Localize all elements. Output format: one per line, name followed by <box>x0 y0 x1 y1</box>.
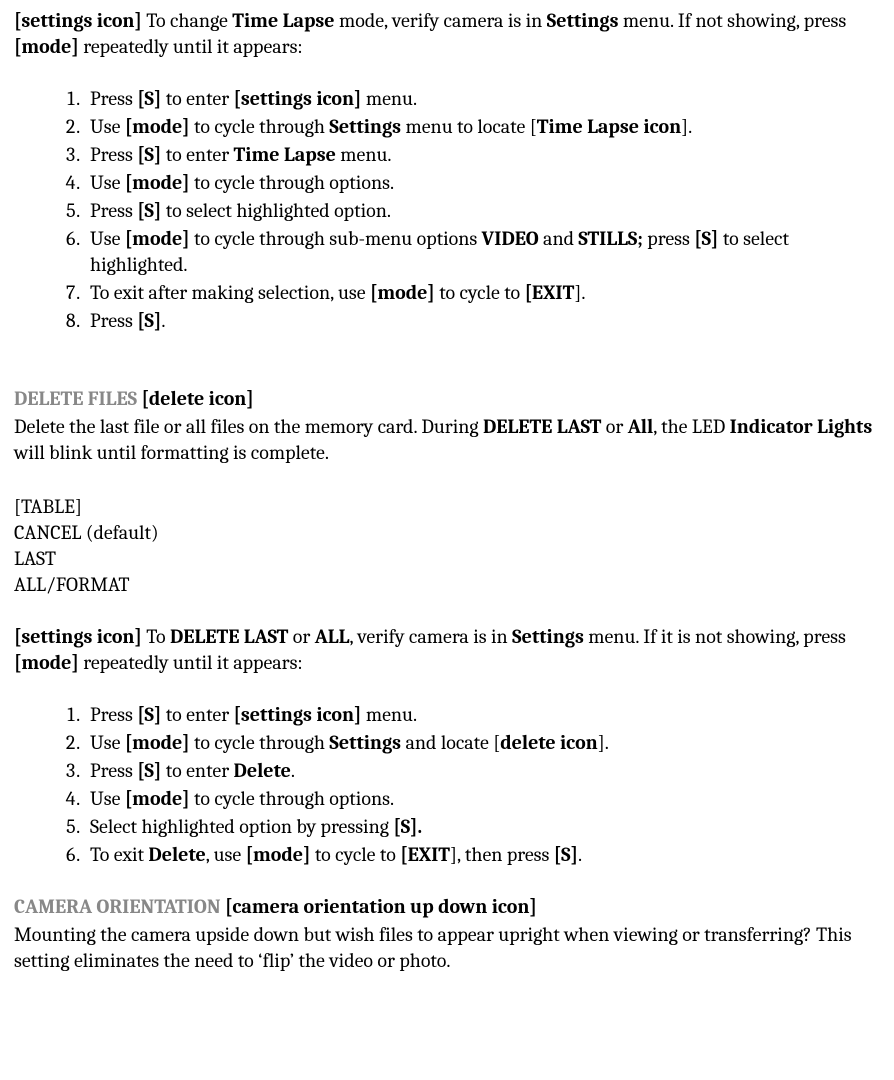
delete-icon: delete icon <box>500 731 598 754</box>
timelapse-steps: Press [S] to enter [settings icon] menu.… <box>54 86 880 334</box>
table-row: ALL/FORMAT <box>14 572 880 598</box>
list-item: Press [S] to enter [settings icon] menu. <box>84 86 880 112</box>
timelapse-section: [settings icon] To change Time Lapse mod… <box>14 8 880 334</box>
list-item: To exit Delete, use [mode] to cycle to [… <box>84 842 880 868</box>
settings-icon: [settings icon] <box>14 625 142 648</box>
list-item: Press [S] to enter Delete. <box>84 758 880 784</box>
table-row: LAST <box>14 546 880 572</box>
settings-icon: [settings icon] <box>234 87 362 110</box>
list-item: Use [mode] to cycle through Settings men… <box>84 114 880 140</box>
camera-orientation-desc: Mounting the camera upside down but wish… <box>14 922 880 974</box>
settings-icon: [settings icon] <box>14 9 142 32</box>
camera-orientation-icon: [camera orientation up down icon] <box>225 895 537 918</box>
list-item: Press [S]. <box>84 308 880 334</box>
list-item: Press [S] to select highlighted option. <box>84 198 880 224</box>
delete-steps: Press [S] to enter [settings icon] menu.… <box>54 702 880 868</box>
delete-options-table: [TABLE] CANCEL (default) LAST ALL/FORMAT <box>14 494 880 598</box>
delete-files-title: DELETE FILES <box>14 387 141 410</box>
list-item: Use [mode] to cycle through Settings and… <box>84 730 880 756</box>
list-item: Press [S] to enter [settings icon] menu. <box>84 702 880 728</box>
list-item: To exit after making selection, use [mod… <box>84 280 880 306</box>
delete-intro: [settings icon] To DELETE LAST or ALL, v… <box>14 624 880 676</box>
timelapse-intro: [settings icon] To change Time Lapse mod… <box>14 8 880 60</box>
list-item: Use [mode] to cycle through options. <box>84 170 880 196</box>
delete-icon: [delete icon] <box>141 387 253 410</box>
delete-files-heading: DELETE FILES [delete icon] <box>14 386 880 412</box>
list-item: Use [mode] to cycle through options. <box>84 786 880 812</box>
settings-icon: [settings icon] <box>234 703 362 726</box>
timelapse-icon: Time Lapse icon <box>537 115 681 138</box>
list-item: Select highlighted option by pressing [S… <box>84 814 880 840</box>
list-item: Use [mode] to cycle through sub-menu opt… <box>84 226 880 278</box>
table-label: [TABLE] <box>14 494 880 520</box>
list-item: Press [S] to enter Time Lapse menu. <box>84 142 880 168</box>
delete-files-desc: Delete the last file or all files on the… <box>14 414 880 466</box>
camera-orientation-heading: CAMERA ORIENTATION [camera orientation u… <box>14 894 880 920</box>
table-row: CANCEL (default) <box>14 520 880 546</box>
camera-orientation-title: CAMERA ORIENTATION <box>14 895 225 918</box>
